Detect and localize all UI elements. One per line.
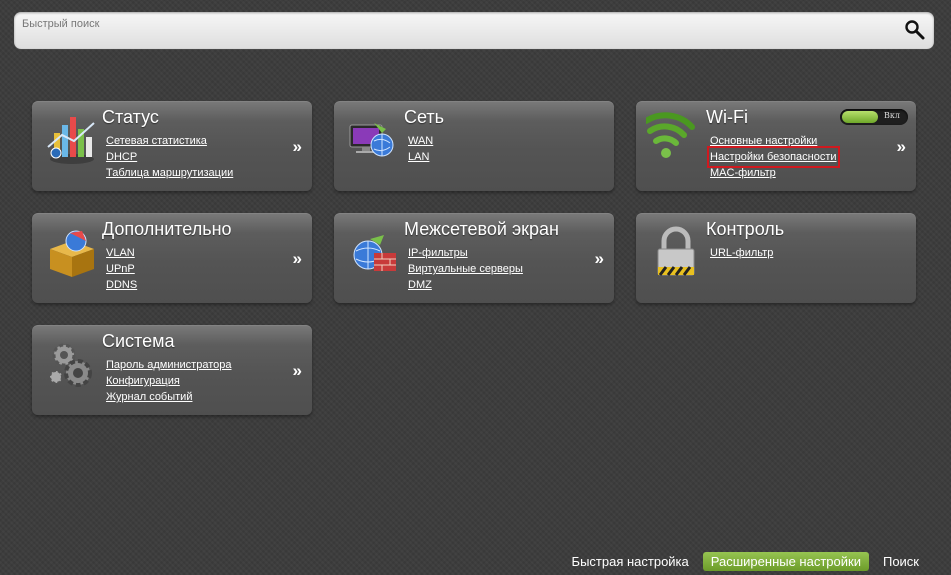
gears-icon [42,333,102,393]
tile-status: Статус Сетевая статистика DHCP Таблица м… [32,101,312,191]
tile-arrow-advanced[interactable]: » [293,249,302,269]
tile-title-wifi: Wi-Fi [706,107,748,127]
tile-network: Сеть WAN LAN [334,101,614,191]
wifi-toggle[interactable]: Вкл [840,109,908,125]
tile-arrow-status[interactable]: » [293,137,302,157]
nav-advanced-settings[interactable]: Расширенные настройки [702,552,869,571]
link-admin-password[interactable]: Пароль администратора [106,357,232,373]
tile-wifi: Wi-Fi Вкл Основные настройки Настройки б… [636,101,916,191]
search-icon[interactable] [904,19,926,41]
link-dhcp[interactable]: DHCP [106,149,233,165]
nav-search[interactable]: Поиск [877,552,925,571]
link-security-settings[interactable]: Настройки безопасности [707,146,840,168]
link-ddns[interactable]: DDNS [106,277,137,293]
tile-title-advanced: Дополнительно [102,219,232,239]
link-ip-filters[interactable]: IP-фильтры [408,245,523,261]
link-wan[interactable]: WAN [408,133,433,149]
tile-links-status: Сетевая статистика DHCP Таблица маршрути… [106,133,233,181]
link-mac-filter[interactable]: MAC-фильтр [710,165,837,181]
tile-links-wifi: Основные настройки Настройки безопасност… [707,133,840,181]
link-configuration[interactable]: Конфигурация [106,373,232,389]
toggle-label: Вкл [884,111,900,120]
link-dmz[interactable]: DMZ [408,277,523,293]
link-lan[interactable]: LAN [408,149,433,165]
tile-arrow-wifi[interactable]: » [897,137,906,157]
link-vlan[interactable]: VLAN [106,245,137,261]
network-globe-icon [344,109,404,169]
tile-control: Контроль URL-фильтр [636,213,916,303]
tile-advanced: Дополнительно VLAN UPnP DDNS » [32,213,312,303]
padlock-icon [646,221,706,281]
quick-search-bar [14,12,934,49]
link-routing-table[interactable]: Таблица маршрутизации [106,165,233,181]
quick-search-input[interactable] [14,12,894,49]
tile-links-advanced: VLAN UPnP DDNS [106,245,137,293]
nav-quick-setup[interactable]: Быстрая настройка [566,552,695,571]
bottom-nav: Быстрая настройка Расширенные настройки … [566,552,925,571]
link-upnp[interactable]: UPnP [106,261,137,277]
tile-title-control: Контроль [706,219,785,239]
tile-links-control: URL-фильтр [710,245,773,261]
link-network-statistics[interactable]: Сетевая статистика [106,133,233,149]
tile-title-status: Статус [102,107,159,127]
box-icon [42,221,102,281]
bar-chart-icon [42,109,102,169]
tile-links-network: WAN LAN [408,133,433,165]
link-event-log[interactable]: Журнал событий [106,389,232,405]
tile-title-firewall: Межсетевой экран [404,219,559,239]
link-virtual-servers[interactable]: Виртуальные серверы [408,261,523,277]
tile-links-system: Пароль администратора Конфигурация Журна… [106,357,232,405]
tile-firewall: Межсетевой экран IP-фильтры Виртуальные … [334,213,614,303]
tile-system: Система Пароль администратора Конфигурац… [32,325,312,415]
tile-title-network: Сеть [404,107,445,127]
tile-arrow-firewall[interactable]: » [595,249,604,269]
wifi-signal-icon [643,109,706,169]
tile-links-firewall: IP-фильтры Виртуальные серверы DMZ [408,245,523,293]
link-url-filter[interactable]: URL-фильтр [710,245,773,261]
tile-title-system: Система [102,331,175,351]
link-basic-settings[interactable]: Основные настройки [710,133,837,149]
tile-arrow-system[interactable]: » [293,361,302,381]
toggle-knob [842,111,878,123]
firewall-icon [344,221,404,281]
